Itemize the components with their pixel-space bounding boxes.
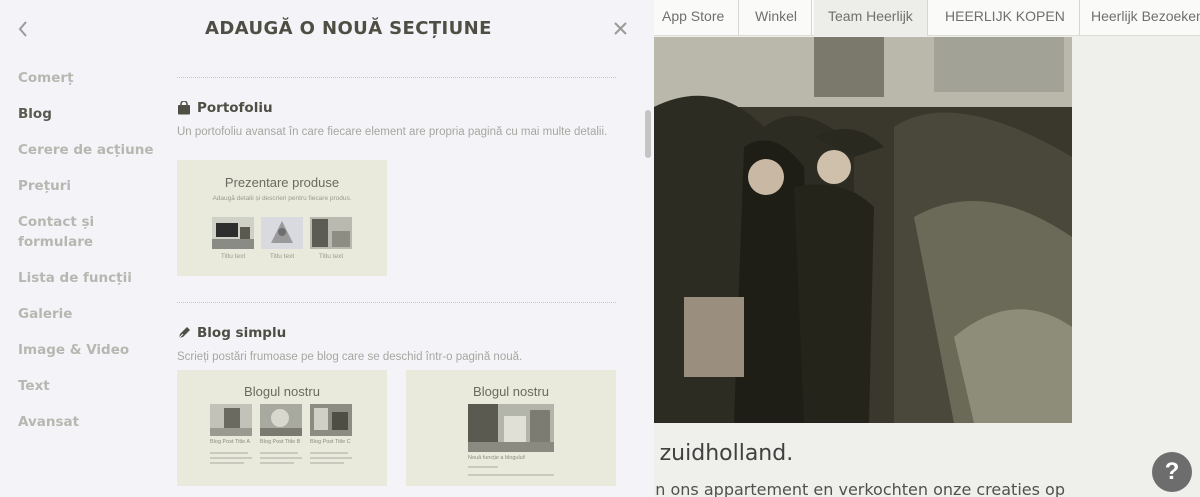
post-title: Blog Post Title C: [310, 439, 351, 445]
nav-item-galerie[interactable]: Galerie: [18, 304, 158, 324]
portfolio-title-label: Portofoliu: [197, 100, 273, 116]
card-subtitle: Adaugă detalii și descrieri pentru fieca…: [212, 195, 352, 202]
portfolio-card[interactable]: Prezentare produse Adaugă detalii și des…: [177, 160, 387, 276]
blog-title-label: Blog simplu: [197, 325, 287, 341]
text-placeholder: [260, 452, 298, 454]
thumbnail-image: [261, 217, 303, 249]
portfolio-title: Portofoliu: [177, 100, 273, 116]
thumbnail-image: [260, 404, 302, 436]
text-placeholder: [210, 452, 248, 454]
nav-tab-heerlijk-bezoeken[interactable]: Heerlijk Bezoeken: [1077, 0, 1200, 36]
chevron-left-icon: [18, 21, 27, 37]
text-placeholder: [310, 457, 352, 459]
thumbnail-image: [468, 404, 554, 452]
nav-tab-app-store[interactable]: App Store: [654, 0, 740, 36]
text-placeholder: [210, 462, 244, 464]
text-placeholder: [468, 466, 498, 468]
card-item-label: Titlu text: [220, 253, 246, 260]
text-placeholder: [260, 462, 294, 464]
nav-item-comert[interactable]: Comerț: [18, 68, 158, 88]
text-placeholder: [210, 457, 252, 459]
text-placeholder: [310, 462, 344, 464]
nav-item-lista-de-functii[interactable]: Lista de funcții: [18, 268, 158, 288]
nav-item-preturi[interactable]: Prețuri: [18, 176, 158, 196]
nav-item-contact-si-formulare[interactable]: Contact și formulare: [18, 212, 118, 252]
add-section-panel: ADAUGĂ O NOUĂ SECȚIUNE Comerț Blog Cerer…: [0, 0, 654, 497]
blog-card-grid[interactable]: Blogul nostru Blog Post Title A Blog Pos…: [177, 370, 387, 486]
thumbnail-image: [310, 217, 352, 249]
preview-headline: t zuidholland.: [654, 441, 794, 466]
portfolio-description: Un portofoliu avansat în care fiecare el…: [177, 126, 608, 138]
pen-icon: [178, 327, 190, 339]
nav-tab-team-heerlijk[interactable]: Team Heerlijk: [814, 0, 928, 36]
category-nav: Comerț Blog Cerere de acțiune Prețuri Co…: [18, 68, 158, 448]
post-title: Nouă funcție a blogului!: [468, 455, 526, 461]
thumbnail-image: [210, 404, 252, 436]
card-title: Blogul nostru: [473, 384, 549, 399]
nav-tab-winkel[interactable]: Winkel: [741, 0, 813, 36]
thumbnail-image: [212, 217, 254, 249]
nav-item-blog[interactable]: Blog: [18, 104, 158, 124]
card-item-label: Titlu text: [269, 253, 295, 260]
divider: [177, 77, 616, 78]
back-button[interactable]: [14, 18, 34, 40]
help-button[interactable]: ?: [1152, 452, 1192, 492]
divider: [177, 302, 616, 303]
blog-title: Blog simplu: [177, 325, 286, 341]
site-top-nav: App Store Winkel Team Heerlijk HEERLIJK …: [654, 0, 1200, 36]
section-list: Portofoliu Un portofoliu avansat în care…: [177, 0, 617, 497]
website-preview: App Store Winkel Team Heerlijk HEERLIJK …: [654, 0, 1200, 497]
nav-item-avansat[interactable]: Avansat: [18, 412, 158, 432]
nav-item-text[interactable]: Text: [18, 376, 158, 396]
nav-item-cerere-de-actiune[interactable]: Cerere de acțiune: [18, 140, 158, 160]
card-title: Prezentare produse: [224, 175, 340, 190]
card-item-label: Titlu text: [318, 253, 344, 260]
card-title: Blogul nostru: [244, 384, 320, 399]
blog-description: Scrieți postări frumoase pe blog care se…: [177, 351, 523, 363]
panel-scrollbar[interactable]: [645, 110, 651, 158]
preview-paragraph: van ons appartement en verkochten onze c…: [654, 480, 1065, 497]
nav-tab-heerlijk-kopen[interactable]: HEERLIJK KOPEN: [931, 0, 1080, 36]
thumbnail-image: [310, 404, 352, 436]
text-placeholder: [310, 452, 348, 454]
post-title: Blog Post Title A: [210, 439, 251, 445]
bag-icon: [178, 101, 190, 115]
nav-item-image-video[interactable]: Image & Video: [18, 340, 158, 360]
blog-card-featured[interactable]: Blogul nostru Nouă funcție a blogului!: [406, 370, 616, 486]
text-placeholder: [260, 457, 302, 459]
post-title: Blog Post Title B: [260, 439, 301, 445]
hero-photo: [654, 37, 1072, 423]
text-placeholder: [468, 474, 554, 476]
